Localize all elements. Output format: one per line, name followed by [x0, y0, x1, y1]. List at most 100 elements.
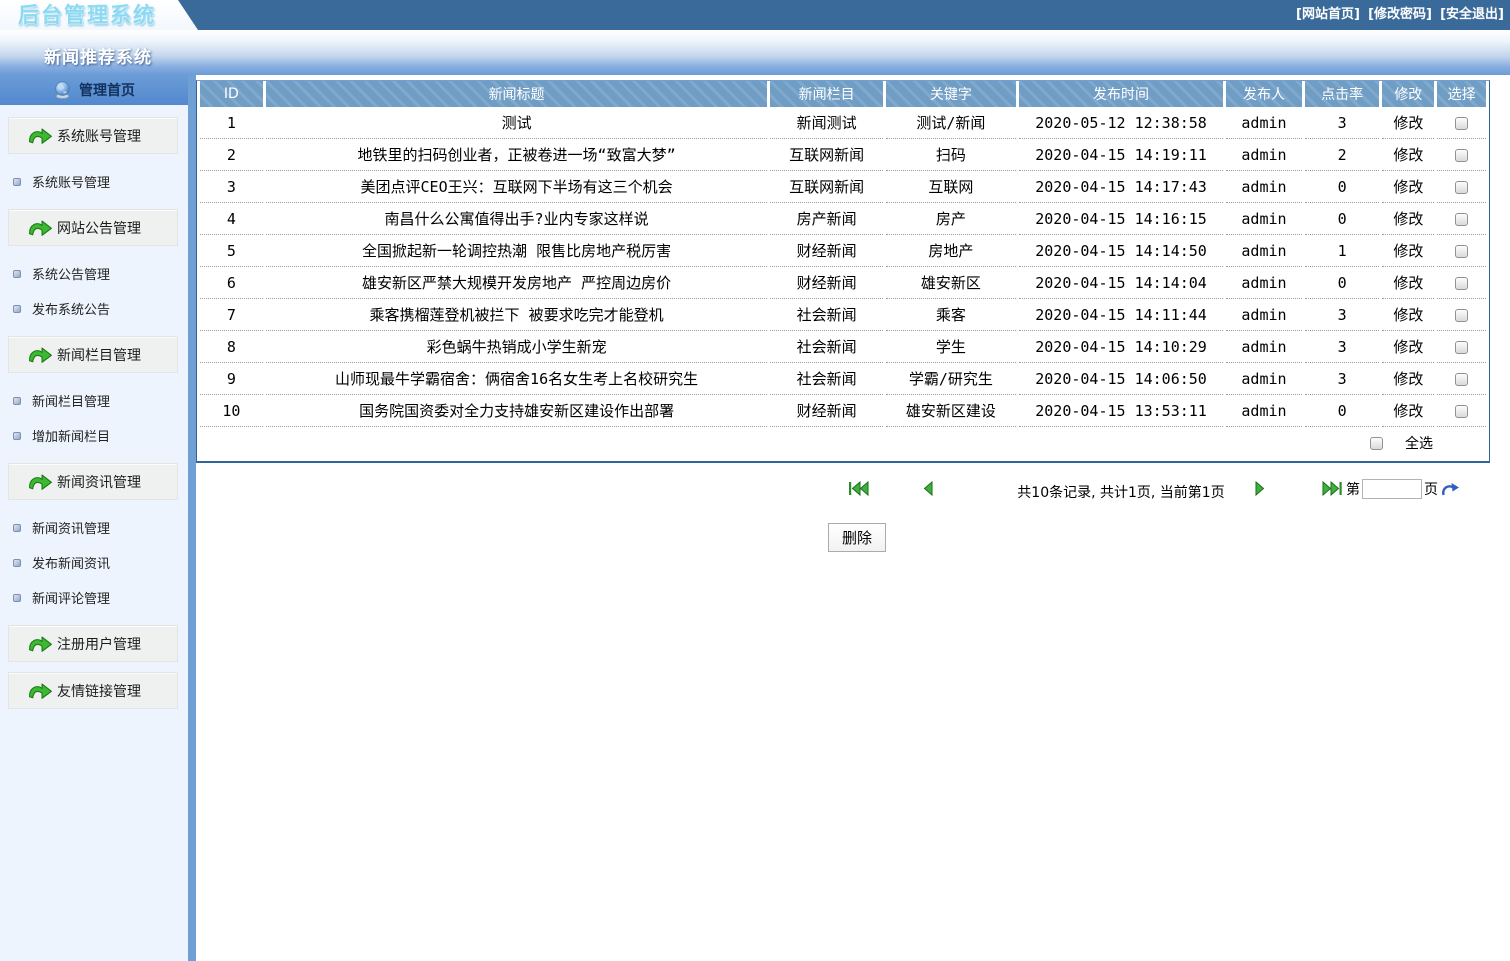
cell-keyword: 学霸/研究生	[885, 363, 1017, 395]
sidebar-item[interactable]: 增加新闻栏目	[0, 418, 188, 453]
globe-icon	[55, 81, 70, 99]
column-header: 新闻栏目	[770, 81, 883, 107]
cell-id: 8	[200, 331, 263, 363]
edit-link[interactable]: 修改	[1382, 395, 1435, 427]
cell-publisher: admin	[1226, 395, 1302, 427]
edit-link[interactable]: 修改	[1382, 203, 1435, 235]
cell-id: 2	[200, 139, 263, 171]
cell-category: 互联网新闻	[770, 139, 883, 171]
bullet-icon	[13, 593, 21, 602]
cell-keyword: 雄安新区	[885, 267, 1017, 299]
prev-page-button[interactable]	[922, 481, 934, 496]
last-page-button[interactable]	[1322, 481, 1343, 496]
cell-time: 2020-04-15 14:14:04	[1019, 267, 1224, 299]
column-header: 发布人	[1226, 81, 1302, 107]
delete-button[interactable]: 删除	[828, 523, 887, 552]
cell-time: 2020-05-12 12:38:58	[1019, 107, 1224, 139]
column-header: 点击率	[1304, 81, 1380, 107]
sidebar-item-label: 系统账号管理	[32, 176, 111, 191]
site-home-link[interactable]: [网站首页]	[1296, 7, 1360, 22]
row-checkbox[interactable]	[1455, 340, 1469, 354]
table-row: 6 雄安新区严禁大规模开发房地产 严控周边房价 财经新闻 雄安新区 2020-0…	[200, 267, 1486, 299]
sidebar-section-label: 网站公告管理	[57, 220, 141, 237]
table-row: 5 全国掀起新一轮调控热潮 限售比房地产税厉害 财经新闻 房地产 2020-04…	[200, 235, 1486, 267]
green-arrow-icon	[29, 635, 52, 652]
system-subtitle: 新闻推荐系统	[44, 48, 152, 68]
cell-title: 彩色蜗牛热销成小学生新宠	[265, 331, 768, 363]
next-page-button[interactable]	[1254, 481, 1266, 496]
cell-title: 雄安新区严禁大规模开发房地产 严控周边房价	[265, 267, 768, 299]
go-page-icon[interactable]	[1441, 482, 1460, 497]
header-band: 新闻推荐系统	[0, 30, 1510, 75]
edit-link[interactable]: 修改	[1382, 363, 1435, 395]
cell-time: 2020-04-15 14:11:44	[1019, 299, 1224, 331]
row-checkbox[interactable]	[1455, 372, 1469, 386]
logout-link[interactable]: [安全退出]	[1440, 7, 1504, 22]
table-row: 7 乘客携榴莲登机被拦下 被要求吃完才能登机 社会新闻 乘客 2020-04-1…	[200, 299, 1486, 331]
select-all-row: 全选	[197, 427, 1489, 461]
edit-link[interactable]: 修改	[1382, 267, 1435, 299]
cell-publisher: admin	[1226, 267, 1302, 299]
page-number-input[interactable]	[1362, 479, 1422, 499]
green-arrow-icon	[29, 127, 52, 144]
cell-title: 地铁里的扫码创业者，正被卷进一场“致富大梦”	[265, 139, 768, 171]
main-content: ID 新闻标题 新闻栏目 关键字 发布时间 发布人 点击率 修改 选择 1 测试 新闻测试 测试…	[196, 75, 1510, 961]
first-page-button[interactable]	[848, 481, 869, 496]
sidebar-section[interactable]: 新闻栏目管理	[8, 336, 178, 373]
row-checkbox[interactable]	[1455, 212, 1469, 226]
change-password-link[interactable]: [修改密码]	[1368, 7, 1432, 22]
edit-link[interactable]: 修改	[1382, 107, 1435, 139]
row-checkbox[interactable]	[1455, 148, 1469, 162]
column-header: 新闻标题	[265, 81, 768, 107]
logo-area: 后台管理系统	[0, 0, 198, 30]
cell-title: 测试	[265, 107, 768, 139]
edit-link[interactable]: 修改	[1382, 299, 1435, 331]
cell-title: 国务院国资委对全力支持雄安新区建设作出部署	[265, 395, 768, 427]
cell-keyword: 房地产	[885, 235, 1017, 267]
sidebar-item[interactable]: 系统账号管理	[0, 164, 188, 199]
sidebar-section[interactable]: 注册用户管理	[8, 625, 178, 662]
row-checkbox[interactable]	[1455, 276, 1469, 290]
row-checkbox[interactable]	[1455, 180, 1469, 194]
sidebar-item[interactable]: 新闻评论管理	[0, 580, 188, 615]
cell-clicks: 2	[1304, 139, 1380, 171]
cell-publisher: admin	[1226, 363, 1302, 395]
cell-publisher: admin	[1226, 171, 1302, 203]
cell-category: 社会新闻	[770, 331, 883, 363]
cell-time: 2020-04-15 14:17:43	[1019, 171, 1224, 203]
sidebar-section-label: 新闻资讯管理	[57, 474, 141, 491]
edit-link[interactable]: 修改	[1382, 235, 1435, 267]
sidebar-item[interactable]: 发布系统公告	[0, 291, 188, 326]
cell-publisher: admin	[1226, 299, 1302, 331]
sidebar-section[interactable]: 友情链接管理	[8, 672, 178, 709]
cell-title: 山师现最牛学霸宿舍：俩宿舍16名女生考上名校研究生	[265, 363, 768, 395]
cell-publisher: admin	[1226, 107, 1302, 139]
sidebar-menu: 系统账号管理 系统账号管理 网站公告管理 系统公告管理 发布系统公告 新闻栏目管…	[0, 105, 188, 719]
news-table: ID 新闻标题 新闻栏目 关键字 发布时间 发布人 点击率 修改 选择 1 测试 新闻测试 测试…	[197, 81, 1489, 427]
sidebar-section[interactable]: 网站公告管理	[8, 209, 178, 246]
select-all-checkbox[interactable]	[1370, 436, 1383, 450]
sidebar-item[interactable]: 系统公告管理	[0, 256, 188, 291]
edit-link[interactable]: 修改	[1382, 139, 1435, 171]
sidebar-section[interactable]: 新闻资讯管理	[8, 463, 178, 500]
cell-time: 2020-04-15 14:10:29	[1019, 331, 1224, 363]
row-checkbox[interactable]	[1455, 308, 1469, 322]
next-page-icon	[1255, 481, 1265, 496]
edit-link[interactable]: 修改	[1382, 171, 1435, 203]
cell-category: 新闻测试	[770, 107, 883, 139]
sidebar-item[interactable]: 新闻栏目管理	[0, 383, 188, 418]
row-checkbox[interactable]	[1455, 404, 1469, 418]
edit-link[interactable]: 修改	[1382, 331, 1435, 363]
row-checkbox[interactable]	[1455, 116, 1469, 130]
sidebar-section[interactable]: 系统账号管理	[8, 117, 178, 154]
sidebar-section-label: 新闻栏目管理	[57, 347, 141, 364]
cell-category: 互联网新闻	[770, 171, 883, 203]
green-arrow-icon	[29, 219, 52, 236]
cell-title: 南昌什么公寓值得出手?业内专家这样说	[265, 203, 768, 235]
bullet-icon	[13, 269, 21, 278]
sidebar-item[interactable]: 新闻资讯管理	[0, 510, 188, 545]
sidebar-item[interactable]: 发布新闻资讯	[0, 545, 188, 580]
row-checkbox[interactable]	[1455, 244, 1469, 258]
sidebar-item-admin-home[interactable]: 管理首页	[0, 75, 188, 105]
table-row: 4 南昌什么公寓值得出手?业内专家这样说 房产新闻 房产 2020-04-15 …	[200, 203, 1486, 235]
